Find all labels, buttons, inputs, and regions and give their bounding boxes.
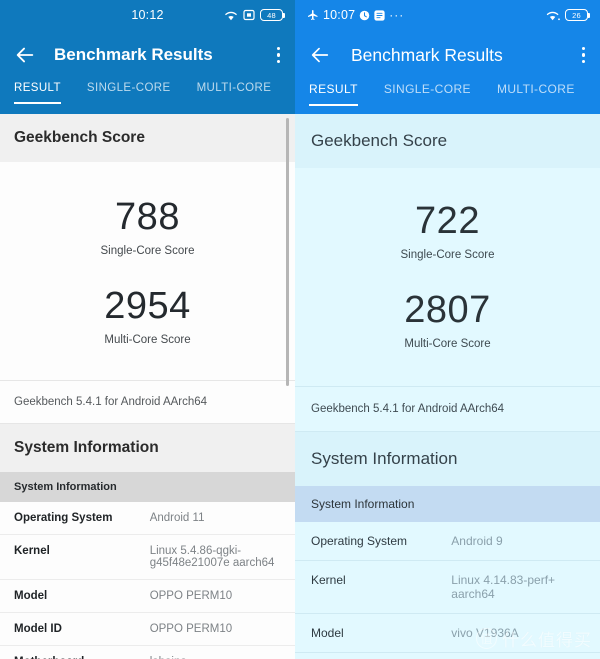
- battery-icon: 26: [565, 9, 591, 21]
- square-icon: [243, 9, 255, 21]
- kebab-menu-icon[interactable]: [277, 46, 281, 64]
- right-content: Geekbench Score 722 Single-Core Score 28…: [295, 114, 600, 659]
- tab-single-core[interactable]: SINGLE-CORE: [384, 80, 481, 106]
- tab-result[interactable]: RESULT: [14, 80, 71, 104]
- table-row: Model ID vivo V1936A: [295, 652, 600, 659]
- row-key: Kernel: [0, 534, 136, 580]
- system-information-header: System Information: [295, 431, 600, 486]
- row-key: Operating System: [0, 502, 136, 535]
- status-time: 10:12: [131, 8, 164, 22]
- left-content: Geekbench Score 788 Single-Core Score 29…: [0, 114, 295, 659]
- single-core-score-label: Single-Core Score: [400, 249, 495, 261]
- vertical-scrollbar[interactable]: [286, 118, 289, 386]
- multi-core-score-label: Multi-Core Score: [404, 338, 491, 350]
- table-subheader-label: System Information: [295, 486, 600, 522]
- multi-core-score-block: 2807 Multi-Core Score: [295, 281, 600, 370]
- row-key: Kernel: [295, 560, 436, 614]
- table-row: Model ID OPPO PERM10: [0, 612, 295, 646]
- back-arrow-icon[interactable]: [14, 44, 36, 66]
- table-row: Operating System Android 11: [0, 502, 295, 535]
- table-row: Kernel Linux 5.4.86-qgki-g45f48e21007e a…: [0, 534, 295, 580]
- row-key: Operating System: [295, 522, 436, 561]
- left-system-table: System Information Operating System Andr…: [0, 472, 295, 659]
- status-icons: 48: [224, 0, 286, 30]
- row-value: lahaina: [135, 645, 295, 659]
- wifi-icon: [224, 10, 238, 21]
- kebab-menu-icon[interactable]: [582, 46, 586, 64]
- table-subheader-row: System Information: [295, 486, 600, 522]
- page-title: Benchmark Results: [54, 45, 213, 64]
- table-row: Motherboard lahaina: [0, 645, 295, 659]
- multi-core-score-value: 2954: [104, 285, 191, 327]
- row-key: Model: [295, 613, 436, 653]
- single-core-score-block: 788 Single-Core Score: [0, 188, 295, 277]
- geekbench-version-note: Geekbench 5.4.1 for Android AArch64: [0, 380, 295, 423]
- tab-multi-core[interactable]: MULTI-CORE: [197, 80, 282, 104]
- row-value: Linux 5.4.86-qgki-g45f48e21007e aarch64: [135, 534, 295, 580]
- status-time: 10:07: [323, 8, 356, 22]
- multi-core-score-value: 2807: [404, 289, 491, 331]
- row-value: OPPO PERM10: [135, 579, 295, 613]
- status-left-group: 10:07 ···: [307, 8, 404, 22]
- table-row: Model vivo V1936A: [295, 613, 600, 653]
- row-value: Linux 4.14.83-perf+ aarch64: [435, 560, 600, 614]
- table-row: Operating System Android 9: [295, 522, 600, 561]
- geekbench-version-note: Geekbench 5.4.1 for Android AArch64: [295, 386, 600, 431]
- row-value: Android 9: [435, 522, 600, 561]
- row-key: Model ID: [0, 612, 136, 646]
- single-core-score-value: 722: [415, 200, 480, 242]
- table-row: Model OPPO PERM10: [0, 579, 295, 613]
- alarm-clock-icon: [359, 10, 370, 21]
- system-information-header: System Information: [0, 423, 295, 472]
- tab-result[interactable]: RESULT: [309, 80, 368, 106]
- back-arrow-icon[interactable]: [309, 44, 331, 66]
- left-status-bar: 10:12 48: [0, 0, 295, 30]
- right-scores: 722 Single-Core Score 2807 Multi-Core Sc…: [295, 168, 600, 386]
- more-dots-icon: ···: [389, 8, 405, 22]
- single-core-score-block: 722 Single-Core Score: [295, 192, 600, 281]
- battery-icon: 48: [260, 9, 286, 21]
- multi-core-score-block: 2954 Multi-Core Score: [0, 277, 295, 366]
- left-tab-bar: RESULT SINGLE-CORE MULTI-CORE: [0, 80, 295, 114]
- row-value: vivo V1936A: [435, 652, 600, 659]
- right-tab-bar: RESULT SINGLE-CORE MULTI-CORE: [295, 80, 600, 114]
- row-value: vivo V1936A: [435, 613, 600, 653]
- right-phone-screen: 10:07 ··· 26 Benchmark Results RESULT SI…: [295, 0, 600, 659]
- status-right-group: 26: [546, 9, 591, 21]
- dual-phone-comparison: 10:12 48 Benchmark Results RESULT SINGLE…: [0, 0, 600, 659]
- left-scores: 788 Single-Core Score 2954 Multi-Core Sc…: [0, 162, 295, 380]
- row-key: Model: [0, 579, 136, 613]
- left-app-bar: Benchmark Results: [0, 30, 295, 80]
- table-subheader-row: System Information: [0, 472, 295, 502]
- airplane-mode-icon: [307, 9, 319, 21]
- app-badge-icon: [374, 9, 385, 21]
- geekbench-score-header: Geekbench Score: [0, 114, 295, 162]
- geekbench-score-header: Geekbench Score: [295, 114, 600, 168]
- tab-multi-core[interactable]: MULTI-CORE: [497, 80, 585, 106]
- table-subheader-label: System Information: [0, 472, 295, 502]
- row-value: OPPO PERM10: [135, 612, 295, 646]
- table-row: Kernel Linux 4.14.83-perf+ aarch64: [295, 560, 600, 614]
- right-status-bar: 10:07 ··· 26: [295, 0, 600, 30]
- page-title: Benchmark Results: [351, 44, 503, 65]
- row-value: Android 11: [135, 502, 295, 535]
- single-core-score-value: 788: [115, 196, 180, 238]
- single-core-score-label: Single-Core Score: [100, 245, 195, 257]
- left-phone-screen: 10:12 48 Benchmark Results RESULT SINGLE…: [0, 0, 295, 659]
- right-app-bar: Benchmark Results: [295, 30, 600, 80]
- multi-core-score-label: Multi-Core Score: [104, 334, 191, 346]
- right-system-table: System Information Operating System Andr…: [295, 486, 600, 659]
- row-key: Motherboard: [0, 645, 136, 659]
- row-key: Model ID: [295, 652, 436, 659]
- wifi-icon: [546, 10, 560, 21]
- tab-single-core[interactable]: SINGLE-CORE: [87, 80, 181, 104]
